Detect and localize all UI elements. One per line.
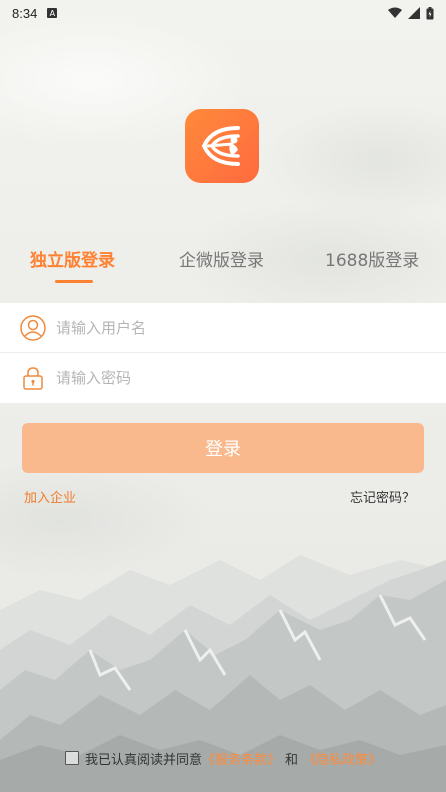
agreement-text: 我已认真阅读并同意 xyxy=(84,752,202,768)
status-bar: 8:34 A xyxy=(0,0,446,26)
agreement-row: 我已认真阅读并同意 《服务条款》 和 《隐私政策》 xyxy=(0,748,446,768)
notification-icon: A xyxy=(47,8,58,18)
username-input[interactable] xyxy=(56,318,396,337)
status-time: 8:34 xyxy=(12,5,38,21)
password-row xyxy=(0,353,446,403)
tab-standalone-login[interactable]: 独立版登录 xyxy=(30,246,115,271)
privacy-link[interactable]: 《隐私政策》 xyxy=(303,749,381,768)
wifi-icon xyxy=(388,7,402,18)
agreement-and: 和 xyxy=(285,752,299,768)
tab-1688-login[interactable]: 1688版登录 xyxy=(325,246,419,271)
login-form xyxy=(0,303,446,403)
password-input[interactable] xyxy=(56,369,396,387)
login-button[interactable]: 登录 xyxy=(22,423,424,473)
tab-wecom-login[interactable]: 企微版登录 xyxy=(179,246,264,271)
battery-icon xyxy=(426,6,434,19)
user-icon xyxy=(20,314,46,341)
lock-icon xyxy=(20,365,46,391)
app-logo xyxy=(185,109,259,183)
status-icons xyxy=(388,6,434,20)
active-tab-indicator xyxy=(55,280,93,283)
username-row xyxy=(0,303,446,353)
signal-icon xyxy=(408,7,420,19)
login-tabs: 独立版登录 企微版登录 1688版登录 xyxy=(0,246,446,286)
agreement-checkbox[interactable] xyxy=(64,751,79,765)
terms-link[interactable]: 《服务条款》 xyxy=(202,749,280,768)
logo-icon xyxy=(201,126,240,166)
